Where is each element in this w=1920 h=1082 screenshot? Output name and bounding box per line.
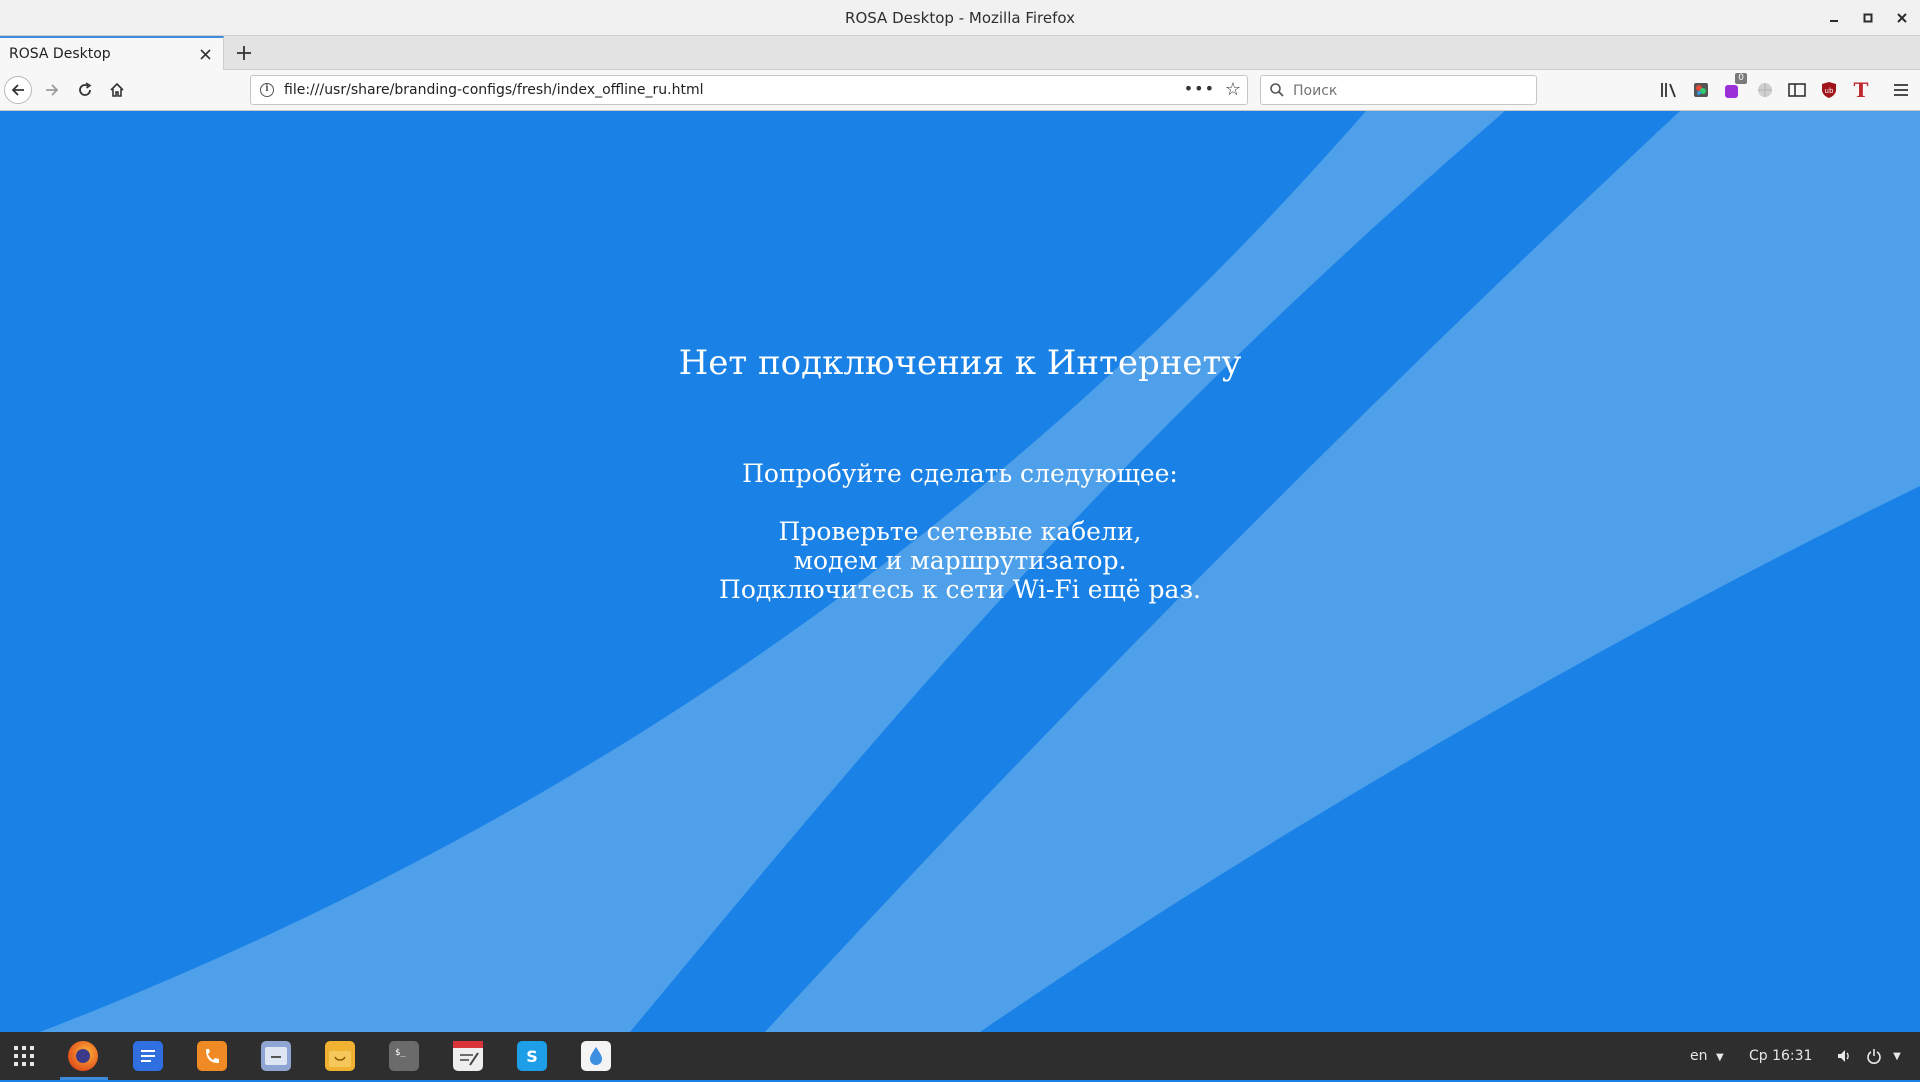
- notes-icon[interactable]: [453, 1041, 483, 1071]
- apps-grid-icon[interactable]: [12, 1044, 36, 1068]
- power-icon[interactable]: [1864, 1046, 1884, 1066]
- close-icon: [1897, 13, 1907, 23]
- taskbar: $_ S en ▼ Ср 16:31 ▼: [0, 1032, 1920, 1080]
- navigation-toolbar: i file:///usr/share/branding-configs/fre…: [0, 70, 1920, 111]
- url-bar[interactable]: i file:///usr/share/branding-configs/fre…: [250, 75, 1248, 105]
- skype-icon[interactable]: S: [517, 1041, 547, 1071]
- close-window-button[interactable]: [1890, 6, 1914, 30]
- page-content: Нет подключения к Интернету Попробуйте с…: [0, 111, 1920, 1032]
- page-subheading: Попробуйте сделать следующее:: [742, 459, 1178, 488]
- maximize-icon: [1863, 13, 1873, 23]
- new-tab-button[interactable]: [230, 39, 258, 67]
- forward-button[interactable]: [38, 76, 66, 104]
- instruction-line: модем и маршрутизатор.: [793, 546, 1127, 575]
- drop-icon[interactable]: [581, 1041, 611, 1071]
- dialer-icon[interactable]: [197, 1041, 227, 1071]
- library-icon[interactable]: [1658, 79, 1680, 101]
- tab-close-button[interactable]: [195, 44, 215, 64]
- chevron-down-icon: ▼: [1715, 1052, 1724, 1063]
- page-actions-icon[interactable]: •••: [1184, 76, 1215, 102]
- home-button[interactable]: [103, 76, 131, 104]
- bookmark-star-icon[interactable]: ☆: [1225, 79, 1241, 101]
- keyboard-layout-indicator[interactable]: en ▼: [1690, 1032, 1724, 1082]
- home-icon: [110, 82, 124, 97]
- svg-text:$_: $_: [395, 1048, 406, 1058]
- addon-badge-count: 0: [1735, 73, 1747, 84]
- terminal-icon[interactable]: $_: [389, 1041, 419, 1071]
- sidebar-icon[interactable]: [1786, 79, 1808, 101]
- instruction-line: Проверьте сетевые кабели,: [778, 517, 1142, 546]
- tab-rosa-desktop[interactable]: ROSA Desktop: [0, 36, 224, 70]
- keyboard-layout-label: en: [1690, 1048, 1708, 1064]
- search-input[interactable]: [1291, 78, 1525, 104]
- tab-strip: ROSA Desktop: [0, 36, 1920, 70]
- tab-title: ROSA Desktop: [9, 46, 111, 62]
- plus-icon: [237, 46, 251, 60]
- files-icon[interactable]: [261, 1041, 291, 1071]
- svg-text:S: S: [526, 1047, 538, 1066]
- store-icon[interactable]: [325, 1041, 355, 1071]
- window-title: ROSA Desktop - Mozilla Firefox: [845, 9, 1075, 27]
- globe-icon[interactable]: [1754, 79, 1776, 101]
- search-bar[interactable]: [1260, 75, 1537, 105]
- minimize-button[interactable]: [1822, 6, 1846, 30]
- search-icon: [1270, 83, 1284, 97]
- ublock-shield-icon[interactable]: ub: [1818, 79, 1840, 101]
- info-icon[interactable]: i: [260, 83, 274, 97]
- reload-icon: [79, 82, 92, 96]
- reload-button[interactable]: [71, 76, 99, 104]
- firefox-icon[interactable]: [68, 1041, 98, 1071]
- volume-icon[interactable]: [1834, 1046, 1854, 1066]
- window-titlebar: ROSA Desktop - Mozilla Firefox: [0, 0, 1920, 36]
- addon-badge-icon[interactable]: 0: [1722, 73, 1747, 101]
- instruction-line: Подключитесь к сети Wi-Fi ещё раз.: [719, 575, 1201, 604]
- chevron-down-icon[interactable]: ▼: [1887, 1046, 1907, 1066]
- close-icon: [199, 48, 211, 60]
- arrow-right-icon: [46, 84, 59, 96]
- translate-t-icon[interactable]: T: [1850, 78, 1872, 102]
- url-text[interactable]: file:///usr/share/branding-configs/fresh…: [284, 76, 704, 104]
- colorful-extension-icon[interactable]: [1690, 79, 1712, 101]
- menu-hamburger-icon[interactable]: [1890, 79, 1912, 101]
- arrow-left-icon: [11, 84, 24, 96]
- minimize-icon: [1830, 20, 1838, 22]
- clock[interactable]: Ср 16:31: [1749, 1032, 1812, 1080]
- page-heading: Нет подключения к Интернету: [678, 343, 1242, 383]
- back-button[interactable]: [4, 76, 32, 104]
- docs-icon[interactable]: [133, 1041, 163, 1071]
- maximize-button[interactable]: [1856, 6, 1880, 30]
- svg-text:ub: ub: [1825, 87, 1834, 95]
